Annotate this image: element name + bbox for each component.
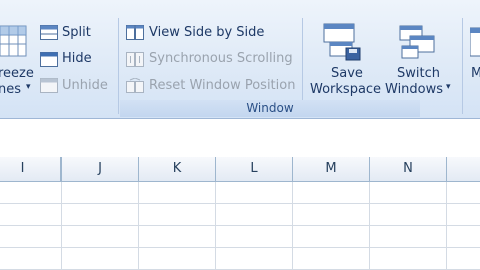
reset-window-position-label: Reset Window Position <box>149 78 296 93</box>
save-workspace-label-bottom: Workspace <box>310 82 382 97</box>
column-header-k[interactable]: K <box>139 157 216 181</box>
grid-line <box>369 182 370 270</box>
hide-icon <box>40 52 58 67</box>
group-separator <box>118 18 119 114</box>
unhide-icon <box>40 78 58 93</box>
freeze-panes-label-top: reeze <box>0 66 34 81</box>
freeze-panes-label-bottom: nes <box>0 82 22 97</box>
reset-window-position-icon <box>126 78 144 93</box>
split-icon <box>40 25 58 40</box>
switch-windows-label-top: Switch <box>397 66 440 81</box>
column-header-i[interactable]: I <box>0 157 62 181</box>
chevron-down-icon: ▾ <box>446 82 451 92</box>
synchronous-scrolling-icon <box>126 52 144 67</box>
synchronous-scrolling-label: Synchronous Scrolling <box>149 51 293 66</box>
view-side-by-side-label: View Side by Side <box>149 25 265 40</box>
save-workspace-label-top: Save <box>331 66 363 81</box>
grid-line <box>0 225 480 226</box>
formula-bar-area <box>0 119 480 158</box>
macros-icon <box>470 27 480 57</box>
ribbon-view-tab: reeze nes ▾ Split Hide Unhide View Side … <box>0 0 480 119</box>
grid-line <box>292 182 293 270</box>
hide-label: Hide <box>62 51 92 66</box>
grid-line <box>0 203 480 204</box>
freeze-panes-icon <box>0 25 27 57</box>
column-header-j[interactable]: J <box>62 157 139 181</box>
grid-line <box>446 182 447 270</box>
group-separator <box>462 18 463 114</box>
split-label: Split <box>62 25 91 40</box>
view-side-by-side-icon <box>126 25 144 40</box>
column-header-n[interactable]: N <box>370 157 447 181</box>
window-group-label: Window <box>120 100 420 117</box>
chevron-down-icon: ▾ <box>26 82 31 92</box>
column-header-o[interactable] <box>447 157 480 181</box>
column-header-l[interactable]: L <box>216 157 293 181</box>
switch-windows-label-bottom: Windows <box>385 82 444 97</box>
grid-line <box>215 182 216 270</box>
grid-line <box>61 182 62 270</box>
macros-label: M <box>471 66 480 81</box>
column-header-m[interactable]: M <box>293 157 370 181</box>
unhide-label: Unhide <box>62 78 108 93</box>
switch-windows-icon <box>399 25 435 59</box>
column-header-row: I J K L M N <box>0 157 480 182</box>
grid-line <box>138 182 139 270</box>
save-workspace-icon <box>323 23 361 61</box>
grid-line <box>0 247 480 248</box>
